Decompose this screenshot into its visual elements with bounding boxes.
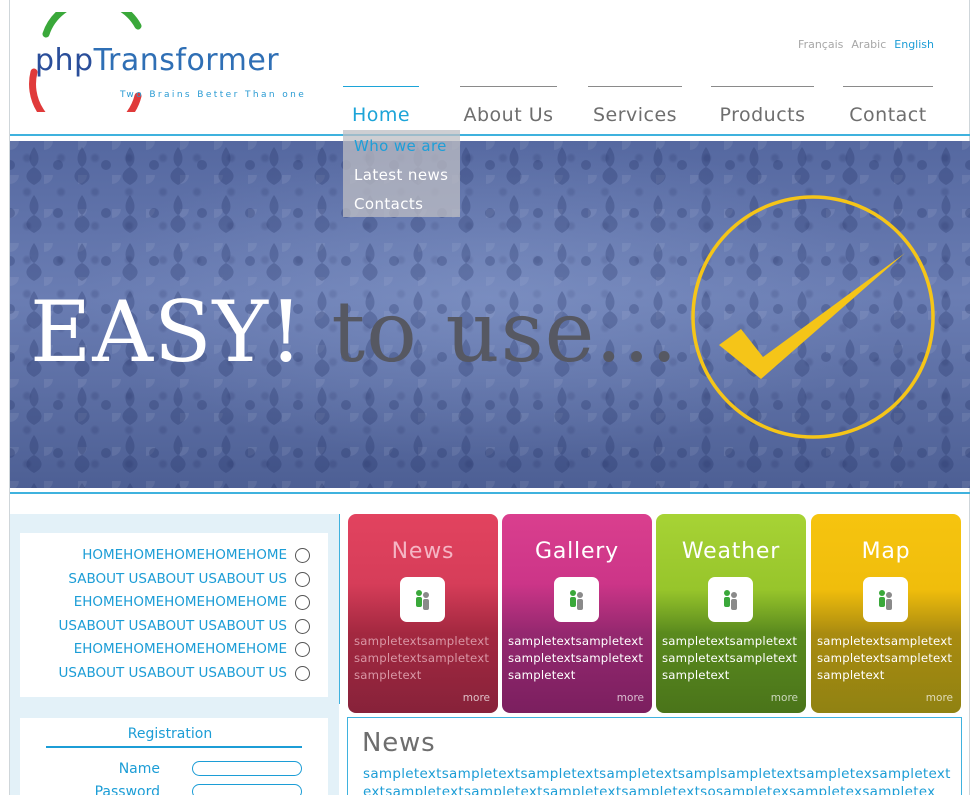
sidebar-links-box: HOMEHOMEHOMEHOMEHOME SABOUT USABOUT USAB… [20,533,328,697]
people-icon [863,577,908,622]
tile-more-link[interactable]: more [771,692,798,704]
dropdown-item-latest-news[interactable]: Latest news [343,165,460,194]
nav-products[interactable]: Products [711,86,814,126]
logo-tagline: Two Brains Better Than one [120,90,307,100]
news-heading: News [362,728,436,758]
home-dropdown-menu: Who we are Latest news Contacts [343,130,460,217]
logo[interactable]: phpTransformer Two Brains Better Than on… [20,12,310,112]
tile-title: News [391,539,455,564]
header-divider [10,134,970,136]
hero-headline: EASY! to use... [30,283,679,381]
tile-gallery[interactable]: Gallery sampletextsampletext sampletexts… [502,514,652,713]
hero-headline-rest: to use... [303,283,679,381]
hero-divider [10,492,970,494]
dropdown-item-who-we-are[interactable]: Who we are [343,136,460,165]
hero-banner: EASY! to use... [10,141,970,488]
sidebar-divider [339,514,340,704]
news-body: sampletextsampletextsampletextsampletext… [363,766,951,795]
sidebar-link-label: EHOMEHOMEHOMEHOMEHOME [73,641,287,657]
tile-title: Map [861,539,911,564]
logo-php: php [35,43,94,78]
name-label: Name [118,761,160,777]
sidebar-link[interactable]: SABOUT USABOUT USABOUT US [68,569,310,589]
tile-title: Weather [681,539,781,564]
circle-bullet-icon [295,571,310,587]
news-panel: News sampletextsampletextsampletextsampl… [347,717,962,795]
sidebar-link[interactable]: USABOUT USABOUT USABOUT US [59,616,310,636]
tile-text: sampletextsampletext sampletextsampletex… [354,634,490,682]
tile-more-link[interactable]: more [463,692,490,704]
nav-contact[interactable]: Contact [843,86,933,126]
sidebar-link-label: HOMEHOMEHOMEHOMEHOME [82,547,287,563]
circle-bullet-icon [295,641,310,657]
sidebar-link[interactable]: EHOMEHOMEHOMEHOMEHOME [74,639,310,659]
registration-form: Registration Name Password [20,718,328,795]
circle-bullet-icon [295,547,310,563]
circle-bullet-icon [295,618,310,634]
password-label: Password [94,784,160,795]
logo-transformer: Transformer [93,43,280,78]
registration-rule [46,746,302,748]
lang-english[interactable]: English [894,38,934,51]
tile-news[interactable]: News sampletextsampletext sampletextsamp… [348,514,498,713]
nav-services[interactable]: Services [588,86,682,126]
name-field[interactable] [192,761,302,776]
sidebar-link[interactable]: HOMEHOMEHOMEHOMEHOME [82,545,310,565]
tile-text: sampletextsampletext sampletextsampletex… [662,634,798,682]
nav-home[interactable]: Home [343,86,419,126]
people-icon [708,577,753,622]
checkmark-icon [691,195,935,439]
sidebar-link-label: USABOUT USABOUT USABOUT US [58,618,287,634]
circle-bullet-icon [295,594,310,610]
hero-headline-strong: EASY! [30,283,304,381]
language-switcher: Français Arabic English [798,38,934,51]
tile-text: sampletextsampletext sampletextsampletex… [508,634,644,682]
password-field[interactable] [192,784,302,795]
people-icon [554,577,599,622]
tile-map[interactable]: Map sampletextsampletext sampletextsampl… [811,514,961,713]
people-icon [400,577,445,622]
sidebar-link-label: USABOUT USABOUT USABOUT US [58,665,287,681]
logo-wordmark: phpTransformer [35,43,279,78]
sidebar-link-label: SABOUT USABOUT USABOUT US [68,571,287,587]
nav-about-us[interactable]: About Us [460,86,557,126]
tile-more-link[interactable]: more [617,692,644,704]
tile-text: sampletextsampletext sampletextsampletex… [817,634,953,682]
tile-more-link[interactable]: more [926,692,953,704]
circle-bullet-icon [295,665,310,681]
registration-title: Registration [127,726,213,742]
lang-francais[interactable]: Français [798,38,843,51]
sidebar-link-label: EHOMEHOMEHOMEHOMEHOME [73,594,287,610]
dropdown-item-contacts[interactable]: Contacts [343,194,460,223]
lang-arabic[interactable]: Arabic [851,38,886,51]
sidebar-link[interactable]: EHOMEHOMEHOMEHOMEHOME [74,592,310,612]
sidebar-link[interactable]: USABOUT USABOUT USABOUT US [59,663,310,683]
tile-title: Gallery [535,539,619,564]
tile-weather[interactable]: Weather sampletextsampletext sampletexts… [656,514,806,713]
